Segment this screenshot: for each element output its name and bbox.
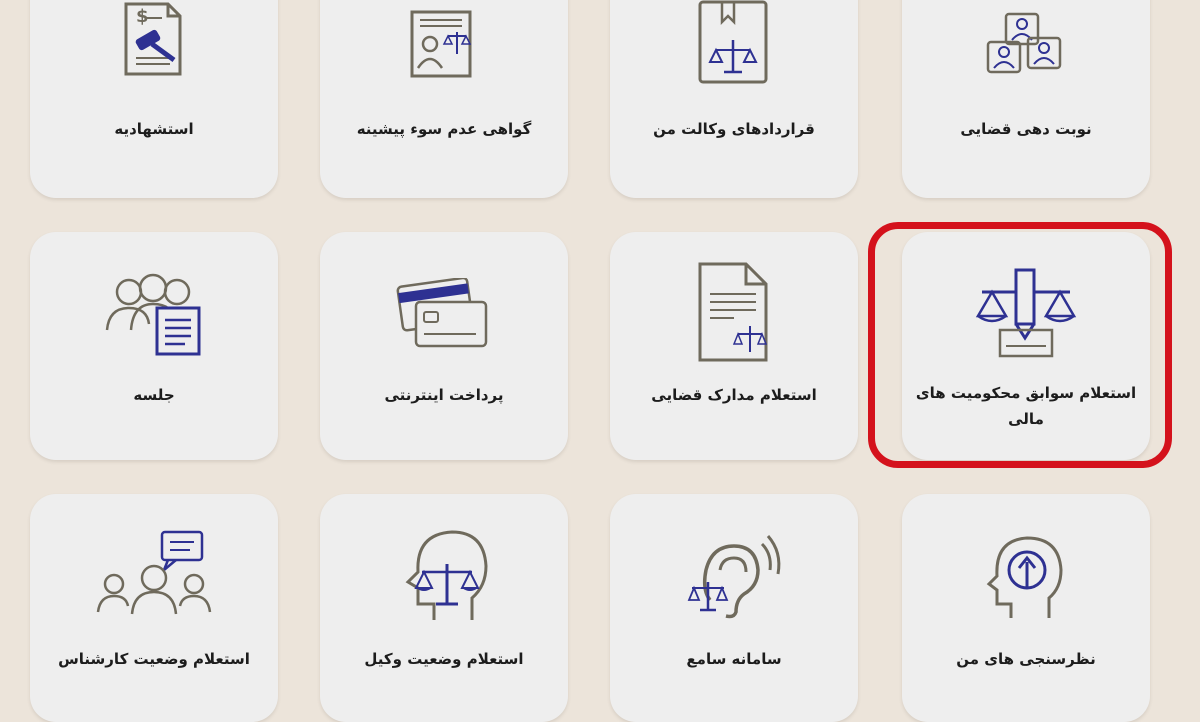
gavel-document-icon: $ (124, 2, 182, 76)
tile-same-system[interactable]: سامانه سامع (610, 494, 858, 722)
survey-head-icon (986, 536, 1063, 618)
credit-card-icon (396, 278, 488, 348)
expert-group-icon (96, 530, 212, 615)
meeting-icon (105, 273, 201, 356)
tile-label: استعلام مدارک قضایی (651, 386, 817, 404)
tile-label: نظرسنجی های من (956, 650, 1096, 668)
judicial-document-icon (698, 262, 768, 362)
tile-my-surveys[interactable]: نظرسنجی های من (902, 494, 1150, 722)
tile-expert-status-inquiry[interactable]: استعلام وضعیت کارشناس (30, 494, 278, 722)
tile-label: گواهی عدم سوء پیشینه (356, 120, 532, 138)
tile-lawyer-status-inquiry[interactable]: استعلام وضعیت وکیل (320, 494, 568, 722)
tile-label: قراردادهای وکالت من (653, 120, 815, 138)
tile-judicial-documents-inquiry[interactable]: استعلام مدارک قضایی (610, 232, 858, 460)
power-of-attorney-contract-icon (698, 0, 768, 84)
tile-my-attorney-contracts[interactable]: قراردادهای وکالت من (610, 0, 858, 198)
tile-online-payment[interactable]: پرداخت اینترنتی (320, 232, 568, 460)
judicial-appointment-icon (986, 12, 1062, 74)
tile-no-criminal-record[interactable]: گواهی عدم سوء پیشینه (320, 0, 568, 198)
tile-label: پرداخت اینترنتی (384, 386, 504, 404)
hearing-ear-scales-icon (687, 535, 781, 619)
tile-label: استشهادیه (114, 120, 194, 138)
highlight-frame (868, 222, 1172, 468)
tile-session[interactable]: جلسه (30, 232, 278, 460)
tile-judicial-appointment[interactable]: نوبت دهی قضایی (902, 0, 1150, 198)
svg-text:$: $ (136, 6, 149, 27)
tile-label: استعلام وضعیت وکیل (364, 650, 524, 668)
tile-label: جلسه (133, 386, 175, 404)
tile-label: سامانه سامع (686, 650, 782, 668)
criminal-record-certificate-icon (410, 10, 472, 78)
tile-label: استعلام وضعیت کارشناس (58, 650, 250, 668)
tile-label: نوبت دهی قضایی (960, 120, 1092, 138)
lawyer-head-scales-icon (405, 530, 488, 620)
tile-testimony[interactable]: $ استشهادیه (30, 0, 278, 198)
